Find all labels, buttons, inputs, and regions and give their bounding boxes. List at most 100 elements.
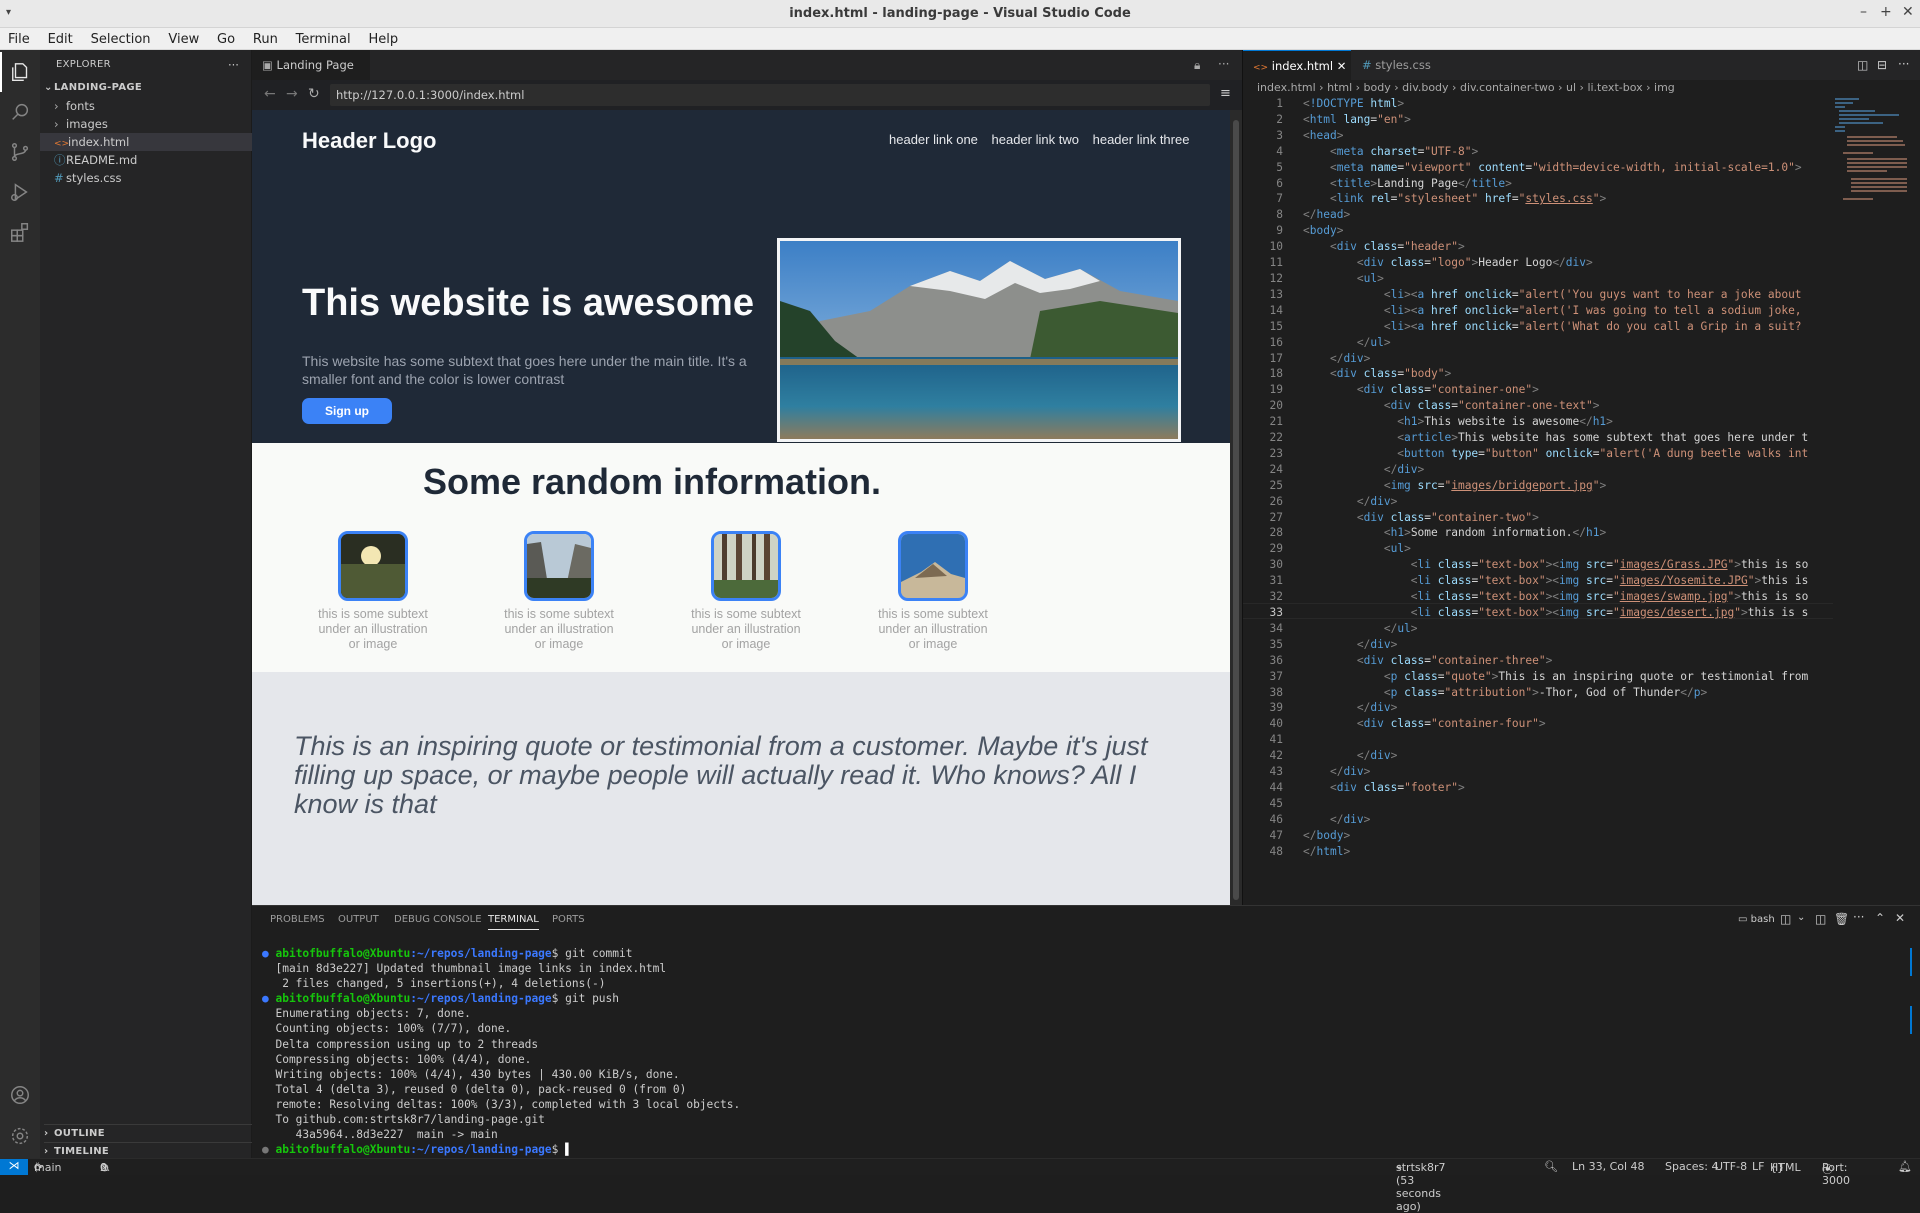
tab-problems[interactable]: PROBLEMS bbox=[270, 914, 325, 925]
trash-icon[interactable]: 🗑︎ bbox=[1834, 912, 1849, 926]
tree-item-readme[interactable]: ⓘREADME.md bbox=[54, 151, 266, 169]
terminal-scroll-marker bbox=[1910, 948, 1912, 976]
chevron-down-icon[interactable]: ⌄ bbox=[1797, 912, 1805, 923]
hero-title: This website is awesome bbox=[302, 282, 754, 324]
remote-icon[interactable]: ⋊ bbox=[0, 1159, 28, 1175]
split-terminal-icon[interactable]: ◫ bbox=[1780, 912, 1791, 926]
menu-file[interactable]: File bbox=[0, 28, 36, 47]
menu-run[interactable]: Run bbox=[245, 28, 284, 47]
tree-item-index-html[interactable]: <>index.html bbox=[40, 133, 252, 151]
terminal-line: To github.com:strtsk8r7/landing-page.git bbox=[262, 1113, 545, 1127]
breadcrumb-item[interactable]: ul bbox=[1566, 81, 1576, 94]
account-icon[interactable] bbox=[0, 1075, 40, 1115]
zoom-icon[interactable]: 🔍︎ bbox=[1544, 1160, 1558, 1173]
info-section: Some random information. this is some su… bbox=[252, 443, 1230, 672]
lock-icon[interactable]: 🔒︎ bbox=[1194, 58, 1200, 73]
breadcrumb-item[interactable]: img bbox=[1654, 81, 1675, 94]
manage-gear-icon[interactable] bbox=[0, 1116, 40, 1156]
prompt-path: :~/repos/landing-page bbox=[410, 947, 552, 960]
terminal-line: [main 8d3e227] Updated thumbnail image l… bbox=[262, 962, 667, 976]
close-panel-icon[interactable]: ✕ bbox=[1895, 911, 1905, 925]
menu-edit[interactable]: Edit bbox=[40, 28, 79, 47]
more-icon[interactable]: ··· bbox=[1218, 57, 1229, 71]
menu-view[interactable]: View bbox=[160, 28, 205, 47]
sync-icon: ⟳ bbox=[34, 1161, 44, 1174]
prompt-user: abitofbuffalo@Xbuntu bbox=[275, 947, 411, 960]
breadcrumb-item[interactable]: index.html bbox=[1257, 81, 1316, 94]
notifications-icon[interactable]: 🔔︎ bbox=[1898, 1160, 1912, 1173]
reload-icon[interactable]: ↻ bbox=[308, 86, 320, 102]
info-title: Some random information. bbox=[422, 461, 882, 502]
more-actions-icon[interactable]: ··· bbox=[228, 56, 248, 74]
tab-styles-css[interactable]: # styles.css bbox=[1352, 50, 1444, 80]
source-control-icon[interactable] bbox=[0, 132, 40, 172]
split-panel-icon[interactable]: ◫ bbox=[1815, 912, 1826, 926]
maximize-icon[interactable]: + bbox=[1880, 4, 1892, 20]
tab-terminal[interactable]: TERMINAL bbox=[488, 914, 539, 930]
tree-item-fonts[interactable]: › fonts bbox=[54, 97, 266, 115]
terminal-line: 43a5964..8d3e227 main -> main bbox=[262, 1128, 498, 1142]
tab-index-html[interactable]: <> index.html ✕ bbox=[1243, 50, 1351, 80]
card-caption-3: this is some subtext under an illustrati… bbox=[691, 607, 801, 651]
menu-selection[interactable]: Selection bbox=[83, 28, 157, 47]
css-file-icon: # bbox=[54, 171, 64, 185]
header-link-one[interactable]: header link one bbox=[889, 132, 978, 147]
extensions-icon[interactable] bbox=[0, 212, 40, 252]
breadcrumb-item[interactable]: body bbox=[1364, 81, 1391, 94]
tab-debug-console[interactable]: DEBUG CONSOLE bbox=[394, 914, 482, 925]
menu-icon[interactable]: ≡ bbox=[1220, 86, 1231, 101]
url-input[interactable]: http://127.0.0.1:3000/index.html bbox=[330, 84, 1210, 106]
tab-ports[interactable]: PORTS bbox=[552, 914, 585, 925]
terminal-line: ● abitofbuffalo@Xbuntu:~/repos/landing-p… bbox=[262, 1142, 740, 1157]
prompt-path: :~/repos/landing-page bbox=[410, 992, 552, 1006]
maximize-panel-icon[interactable]: ⌃ bbox=[1875, 911, 1885, 925]
minimap[interactable] bbox=[1833, 96, 1913, 206]
forward-icon[interactable]: → bbox=[286, 86, 298, 102]
simple-browser: ← → ↻ http://127.0.0.1:3000/index.html ≡… bbox=[252, 80, 1242, 905]
browser-tab-bar: ▣ Landing Page ✕ 🔒︎ ··· bbox=[252, 50, 1242, 102]
terminal-icon: ▭ bbox=[1738, 914, 1748, 925]
window-title: index.html - landing-page - Visual Studi… bbox=[789, 6, 1131, 21]
breadcrumb-item[interactable]: html bbox=[1327, 81, 1352, 94]
eol[interactable]: LF bbox=[1752, 1160, 1764, 1173]
page-viewport: Header Logo header link one header link … bbox=[252, 110, 1230, 905]
search-icon[interactable] bbox=[0, 92, 40, 132]
terminal-output[interactable]: ● abitofbuffalo@Xbuntu:~/repos/landing-p… bbox=[262, 946, 740, 1157]
tree-item-styles-css[interactable]: # styles.css bbox=[54, 169, 266, 187]
tree-item-images[interactable]: › images bbox=[54, 115, 266, 133]
close-icon[interactable]: ✕ bbox=[1902, 4, 1914, 20]
tab-landing-page[interactable]: ▣ Landing Page ✕ bbox=[252, 50, 370, 102]
outline-section[interactable]: › OUTLINE bbox=[44, 1124, 252, 1142]
more-icon[interactable]: ··· bbox=[1853, 910, 1864, 924]
split-editor-icon[interactable]: ⊟ bbox=[1877, 58, 1887, 72]
explorer-icon[interactable] bbox=[0, 52, 40, 92]
code-area[interactable]: 1 2 3 4 5 6 7 8 9 10 11 12 13 14 15 16 1… bbox=[1243, 96, 1833, 886]
terminal-line: Writing objects: 100% (4/4), 430 bytes |… bbox=[262, 1067, 680, 1081]
project-root[interactable]: ⌄LANDING-PAGE bbox=[44, 79, 256, 97]
menu-terminal[interactable]: Terminal bbox=[288, 28, 357, 47]
tab-output[interactable]: OUTPUT bbox=[338, 914, 379, 925]
breadcrumb-item[interactable]: div.container-two bbox=[1460, 81, 1555, 94]
indentation[interactable]: Spaces: 4 bbox=[1665, 1160, 1718, 1173]
run-debug-icon[interactable] bbox=[0, 172, 40, 212]
html-file-icon: <> bbox=[1253, 63, 1269, 73]
open-preview-icon[interactable]: ◫ bbox=[1857, 58, 1868, 72]
terminal-line: Enumerating objects: 7, done. bbox=[262, 1007, 471, 1021]
menu-go[interactable]: Go bbox=[209, 28, 241, 47]
scrollbar-thumb[interactable] bbox=[1233, 120, 1239, 900]
card-image-desert bbox=[898, 531, 968, 601]
signup-button[interactable]: Sign up bbox=[302, 398, 392, 424]
header-link-two[interactable]: header link two bbox=[992, 132, 1079, 147]
header-link-three[interactable]: header link three bbox=[1093, 132, 1190, 147]
back-icon[interactable]: ← bbox=[264, 86, 276, 102]
breadcrumb-item[interactable]: div.body bbox=[1402, 81, 1448, 94]
encoding[interactable]: UTF-8 bbox=[1715, 1160, 1747, 1173]
prompt-user: abitofbuffalo@Xbuntu bbox=[275, 1143, 411, 1157]
menu-help[interactable]: Help bbox=[360, 28, 404, 47]
minimize-icon[interactable]: – bbox=[1860, 4, 1867, 20]
cursor-position[interactable]: Ln 33, Col 48 bbox=[1572, 1160, 1645, 1173]
breadcrumb-item[interactable]: li.text-box bbox=[1587, 81, 1642, 94]
terminal-shell-selector[interactable]: ▭ bash bbox=[1738, 914, 1775, 925]
more-icon[interactable]: ··· bbox=[1898, 57, 1909, 71]
browser-scrollbar[interactable] bbox=[1230, 110, 1242, 905]
